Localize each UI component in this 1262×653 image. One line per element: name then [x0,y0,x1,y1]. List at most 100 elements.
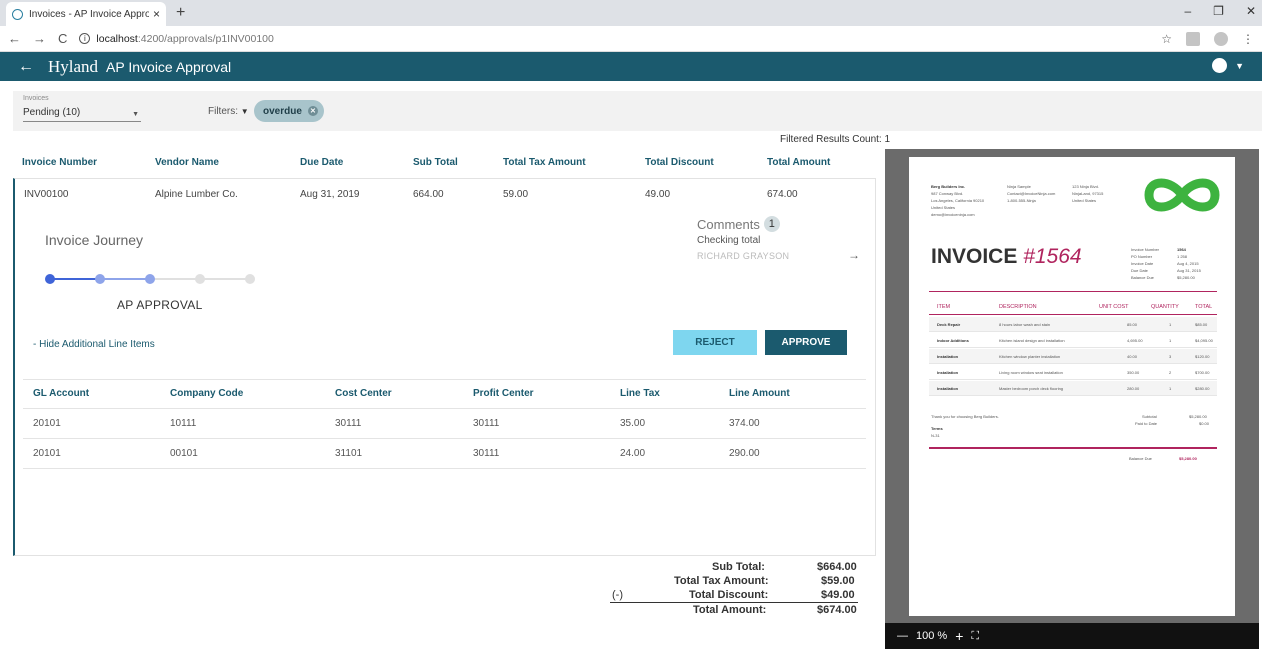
company-code: 10111 [170,418,197,429]
comment-next-arrow-icon[interactable]: → [848,248,860,262]
browser-menu-icon[interactable]: ⋮ [1242,32,1254,46]
pdf-item-cell: $85.00 [1195,322,1208,327]
zoom-level: 100 % [916,630,948,642]
url-path: :4200/approvals/p1INV00100 [137,32,274,45]
pdf-meta-value: Aug 31, 2015 [1177,268,1201,273]
total-value: $674.00 [817,604,857,616]
subtotal-label: Sub Total: [712,561,765,573]
filter-bar: Invoices Pending (10) ▼ Filters: ▼ overd… [13,91,1262,131]
invoice-journey-title: Invoice Journey [45,232,144,248]
invoices-dropdown[interactable]: Pending (10) ▼ [23,107,141,122]
pdf-item-cell: Installation [937,370,959,375]
invoices-dropdown-value: Pending (10) [23,107,81,118]
pdf-item-cell: 350.00 [1127,370,1140,375]
tab-close-icon[interactable]: × [153,7,160,21]
tab-title: Invoices - AP Invoice Approval A [29,8,149,20]
caret-down-icon: ▼ [1235,60,1244,71]
col-gl-account: GL Account [33,388,90,399]
browser-tab-bar: Invoices - AP Invoice Approval A × + – ❐… [0,0,1262,26]
new-tab-button[interactable]: + [176,4,185,22]
col-vendor-name[interactable]: Vendor Name [155,157,219,168]
app-back-arrow-icon[interactable]: ← [18,58,34,76]
line-tax: 24.00 [620,448,646,459]
overdue-filter-chip[interactable]: overdue ✕ [254,100,324,122]
divider [23,468,866,469]
col-invoice-number[interactable]: Invoice Number [22,157,97,168]
pdf-column-header: UNIT COST [1099,304,1129,310]
approve-button[interactable]: APPROVE [765,330,847,355]
forward-arrow-icon[interactable]: → [33,31,46,46]
gl-account: 20101 [33,448,61,459]
profile-icon[interactable] [1214,31,1228,46]
filtered-results-count: Filtered Results Count: 1 [780,134,891,145]
pdf-item-row [929,381,1217,396]
bookmark-star-icon[interactable]: ☆ [1161,32,1172,46]
filter-funnel-icon: ▼ [240,107,249,116]
total-label: Total Amount: [693,604,767,616]
pdf-toolbar: — 100 % + ⛶ [885,623,1259,649]
zoom-out-button[interactable]: — [897,630,908,642]
pdf-item-cell: Living room window seat installation [999,370,1063,375]
zoom-in-button[interactable]: + [955,628,963,644]
app-title: AP Invoice Approval [106,58,232,75]
divider [23,408,866,409]
user-menu[interactable]: ▼ [1212,58,1244,73]
hide-line-items-link[interactable]: - Hide Additional Line Items [33,339,155,350]
fullscreen-icon[interactable]: ⛶ [971,630,979,643]
col-total-discount[interactable]: Total Discount [645,157,714,168]
comments-header[interactable]: Comments 1 [697,216,780,232]
favicon-icon [12,8,23,20]
vendor-name: Alpine Lumber Co. [155,189,238,200]
maximize-icon[interactable]: ❐ [1213,4,1224,18]
reload-icon[interactable]: C [58,31,67,46]
filters-label: Filters: ▼ [208,106,249,117]
pdf-column-header: DESCRIPTION [999,304,1037,310]
pdf-meta-label: Balance Due [1131,275,1154,280]
pdf-item-row [929,333,1217,348]
col-sub-total[interactable]: Sub Total [413,157,458,168]
pdf-item-cell: Master bedroom porch deck flooring [999,386,1064,391]
pdf-item-cell: $4,095.00 [1195,338,1213,343]
col-total-amount[interactable]: Total Amount [767,157,830,168]
brand-logo: Hyland [48,56,99,76]
pdf-item-cell: 8 hours labor wash and stain [999,322,1051,327]
col-due-date[interactable]: Due Date [300,157,343,168]
journey-connector [150,278,200,280]
close-window-icon[interactable]: ✕ [1246,4,1256,18]
pdf-viewer[interactable]: Berg Builders Inc. 987 Conway Blvd. Los … [885,149,1259,649]
discount-prefix: (-) [612,589,623,601]
sub-total: 664.00 [413,189,444,200]
journey-connector [100,278,150,280]
pdf-item-cell: Kitchen island design and installation [999,338,1065,343]
url-field[interactable]: i localhost :4200/approvals/p1INV00100 [79,33,1161,45]
back-arrow-icon[interactable]: ← [8,31,21,46]
extension-icon[interactable] [1186,31,1200,46]
pdf-meta-label: Due Date [1131,268,1148,273]
chip-remove-icon[interactable]: ✕ [307,106,318,116]
divider [23,438,866,439]
minimize-icon[interactable]: – [1184,4,1191,18]
pdf-meta-label: PO Number [1131,254,1153,259]
journey-step-dot [45,274,55,284]
pdf-item-cell: 4,695.00 [1127,338,1143,343]
pdf-item-cell: 2 [1169,370,1172,375]
journey-step-dot [195,274,205,284]
info-icon[interactable]: i [79,33,91,44]
subtotal-value: $664.00 [817,561,857,573]
pdf-item-cell: 1 [1169,338,1172,343]
line-amount: 374.00 [729,418,760,429]
cost-center: 30111 [335,418,362,429]
browser-tab[interactable]: Invoices - AP Invoice Approval A × [6,2,166,26]
comments-title: Comments [697,216,760,232]
due-date: Aug 31, 2019 [300,189,360,200]
journey-step-dot [245,274,255,284]
invoice-number: INV00100 [24,189,69,200]
journey-step-dot [95,274,105,284]
pdf-invoice-heading: INVOICE #1564 [931,245,1082,268]
col-total-tax[interactable]: Total Tax Amount [503,157,586,168]
line-amount: 290.00 [729,448,760,459]
col-profit-center: Profit Center [473,388,534,399]
profit-center: 30111 [473,418,500,429]
journey-connector [50,278,100,280]
reject-button[interactable]: REJECT [673,330,757,355]
